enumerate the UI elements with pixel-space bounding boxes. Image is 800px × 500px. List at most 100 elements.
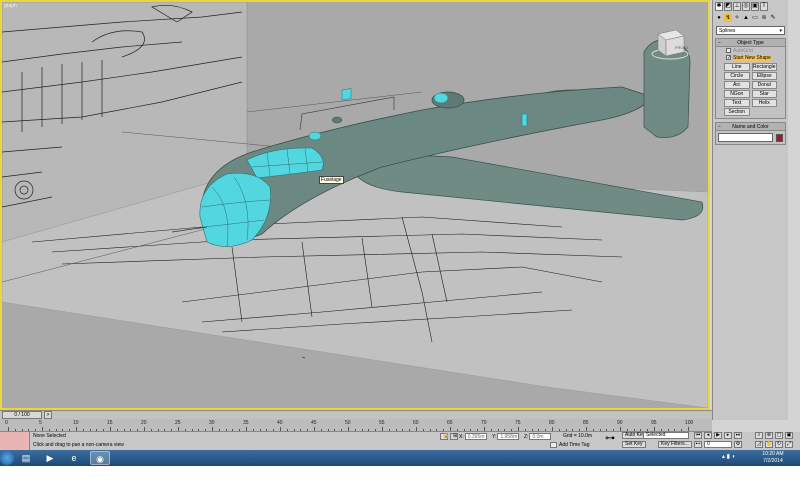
key-icon[interactable]: ⊶ (605, 434, 615, 444)
explorer-icon[interactable]: ▤ (16, 451, 36, 465)
z-coordinate-field[interactable]: 0.0m (529, 433, 552, 440)
internet-explorer-icon[interactable]: e (64, 451, 84, 465)
y-coordinate-field[interactable]: 1.958m (497, 433, 520, 440)
track-tick-mark (320, 429, 322, 431)
previous-frame-icon[interactable]: ◂ (704, 432, 712, 439)
time-slider-thumb[interactable]: 0 / 100 (2, 411, 42, 419)
spacewarps-icon[interactable]: ≋ (760, 14, 768, 22)
track-tick-mark (681, 429, 683, 431)
hierarchy-tab-icon[interactable]: ⊥ (733, 1, 741, 11)
object-type-title[interactable]: − Object Type (716, 39, 785, 47)
media-player-icon[interactable]: ▶ (40, 451, 60, 465)
geometry-icon[interactable]: ● (715, 14, 723, 22)
ngon-button[interactable]: NGon (724, 90, 750, 98)
cameras-icon[interactable]: ▲ (742, 14, 750, 22)
add-time-tag[interactable]: Add Time Tag (550, 442, 589, 448)
go-to-end-icon[interactable]: ⏭ (734, 432, 742, 439)
zoom-extents-all-icon[interactable]: ▣ (785, 432, 793, 439)
create-tab-icon[interactable]: ✱ (715, 1, 723, 11)
field-of-view-icon[interactable]: ◿ (755, 441, 763, 448)
start-button-icon[interactable] (0, 451, 14, 465)
track-tick-mark (375, 429, 377, 431)
viewport-label[interactable]: graph (4, 3, 17, 9)
time-config-icon[interactable]: ⚙ (734, 441, 742, 448)
time-slider[interactable]: 0 / 100 > (0, 410, 712, 419)
start-new-shape-checkbox[interactable]: ✓ Start New Shape (716, 54, 785, 61)
donut-button[interactable]: Donut (751, 81, 777, 89)
category-dropdown[interactable]: Splines ▾ (716, 26, 785, 35)
chevron-down-icon: ▾ (779, 27, 782, 34)
current-frame-field[interactable]: 0 (704, 441, 732, 448)
track-tick-mark (348, 427, 349, 431)
play-icon[interactable]: ▶ (714, 432, 722, 439)
helix-button[interactable]: Helix (751, 99, 777, 107)
maximize-viewport-icon[interactable]: ⤢ (785, 441, 793, 448)
name-color-title[interactable]: − Name and Color (716, 123, 785, 131)
pan-icon[interactable]: ✋ (765, 441, 773, 448)
track-tick-mark (307, 429, 309, 431)
next-frame-icon[interactable]: ▸ (724, 432, 732, 439)
autogrid-checkbox[interactable]: AutoGrid (716, 47, 785, 54)
absolute-mode-icon[interactable]: ⊞ (450, 433, 458, 440)
orbit-icon[interactable]: ↻ (775, 441, 783, 448)
arc-button[interactable]: Arc (724, 81, 750, 89)
track-tick-mark (667, 429, 669, 431)
object-color-swatch[interactable] (776, 133, 783, 142)
track-tick-mark (212, 427, 213, 431)
key-mode-toggle-icon[interactable]: ⊷ (694, 441, 702, 448)
next-frame-arrow-icon[interactable]: > (44, 411, 52, 419)
systems-icon[interactable]: ✎ (769, 14, 777, 22)
circle-button[interactable]: Circle (724, 72, 750, 80)
track-tick-label: 35 (243, 420, 249, 426)
zoom-extents-icon[interactable]: ▢ (775, 432, 783, 439)
category-dropdown-value: Splines (719, 27, 736, 34)
track-tick-mark (266, 429, 268, 431)
key-mode-dropdown[interactable]: Selected (643, 432, 689, 439)
shapes-icon[interactable]: ↯ (724, 14, 732, 22)
checkbox-box (726, 48, 731, 53)
star-button[interactable]: Star (751, 90, 777, 98)
track-tick-label: 50 (345, 420, 351, 426)
motion-tab-icon[interactable]: ◎ (742, 1, 750, 11)
line-button[interactable]: Line (724, 63, 750, 71)
track-tick-mark (130, 429, 132, 431)
track-tick-mark (28, 429, 30, 431)
modify-tab-icon[interactable]: ◩ (724, 1, 732, 11)
maxscript-listener[interactable] (0, 432, 30, 450)
lock-selection-icon[interactable]: 🔒 (440, 433, 449, 440)
viewport-scene (2, 2, 708, 408)
track-tick-mark (477, 429, 479, 431)
rectangle-button[interactable]: Rectangle (751, 63, 777, 71)
set-key-button[interactable]: Set Key (622, 441, 646, 448)
track-tick-mark (395, 429, 397, 431)
x-coordinate-field[interactable]: 0.395m (464, 433, 487, 440)
text-button[interactable]: Text (724, 99, 750, 107)
track-tick-mark (48, 429, 50, 431)
go-to-start-icon[interactable]: ⏮ (694, 432, 702, 439)
track-tick-mark (586, 427, 587, 431)
track-tick-mark (361, 429, 363, 431)
utilities-tab-icon[interactable]: T (760, 1, 768, 11)
system-tray-icons[interactable]: ▴ ▮ ◖ (722, 453, 735, 460)
zoom-icon[interactable]: ⌕ (755, 432, 763, 439)
track-bar[interactable]: 0 5 10 15 20 25 30 35 40 45 50 55 60 65 70 75 80 85 90 95 10… (0, 419, 712, 432)
zoom-all-icon[interactable]: ⊕ (765, 432, 773, 439)
track-tick-mark (273, 429, 275, 431)
ellipse-button[interactable]: Ellipse (751, 72, 777, 80)
track-tick-label: 5 (39, 420, 42, 426)
3dsmax-taskbar-icon[interactable]: ◉ (90, 451, 110, 465)
section-button[interactable]: Section (724, 108, 750, 116)
viewcube-icon[interactable]: FRONT (650, 28, 690, 62)
perspective-viewport[interactable]: graph Fuselage FRONT (0, 0, 710, 410)
lights-icon[interactable]: ✧ (733, 14, 741, 22)
object-name-input[interactable] (718, 133, 773, 142)
helpers-icon[interactable]: ▭ (751, 14, 759, 22)
track-tick-label: 100 (685, 420, 694, 426)
key-filters-button[interactable]: Key Filters... (658, 441, 692, 448)
track-tick-mark (69, 429, 71, 431)
track-tick-mark (327, 429, 329, 431)
track-tick-label: 90 (617, 420, 623, 426)
display-tab-icon[interactable]: ▣ (751, 1, 759, 11)
track-tick-mark (164, 429, 166, 431)
taskbar-clock[interactable]: 10:20 AM 7/2/2014 (748, 451, 798, 465)
